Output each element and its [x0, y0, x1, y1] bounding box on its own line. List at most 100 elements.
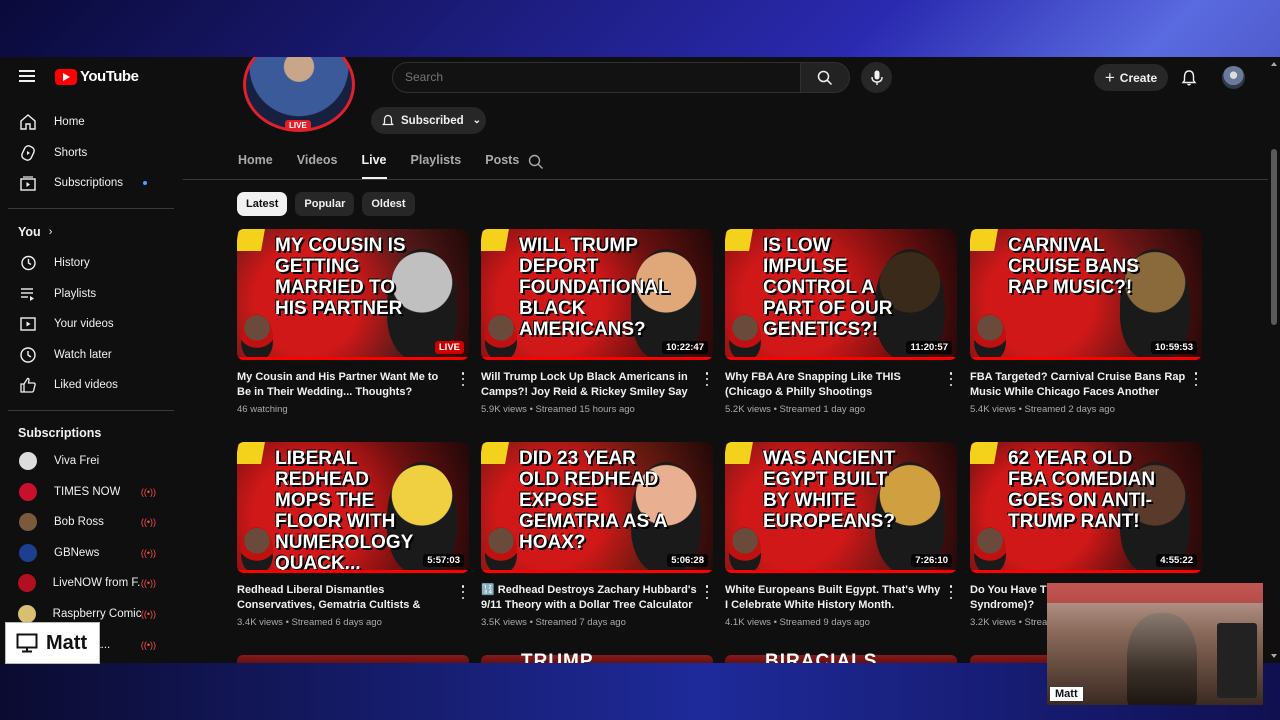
thumbnail-text: Carnival cruise bans rap music?!: [1008, 235, 1139, 298]
shorts-icon: [18, 143, 38, 163]
sidebar-subscription-item[interactable]: LiveNOW from F... ((•)): [8, 568, 174, 598]
microphone-icon: [870, 70, 883, 85]
host-avatar: [241, 314, 273, 360]
video-card[interactable]: Will Trump deport foundational black Ame…: [481, 229, 713, 415]
video-card[interactable]: Is low impulse control a part of our gen…: [725, 229, 957, 415]
tab-home[interactable]: Home: [238, 153, 273, 179]
sidebar-subscription-item[interactable]: GBNews ((•)): [8, 538, 174, 568]
divider: [8, 410, 174, 411]
thumbnail-red-bar: [481, 570, 713, 573]
video-title[interactable]: 🔢 Redhead Destroys Zachary Hubbard's 9/1…: [481, 583, 699, 613]
search-button[interactable]: [800, 62, 850, 93]
chip-oldest[interactable]: Oldest: [362, 192, 415, 216]
search-box[interactable]: [392, 62, 801, 93]
page-scrollbar[interactable]: [1268, 57, 1280, 663]
tab-playlists[interactable]: Playlists: [411, 153, 462, 179]
video-thumbnail-partial[interactable]: TRUMP: [481, 651, 713, 663]
video-meta: 3.4K views • Streamed 6 days ago: [237, 617, 382, 628]
sidebar-item-label: Shorts: [54, 147, 88, 159]
video-thumbnail[interactable]: Will Trump deport foundational black Ame…: [481, 229, 713, 360]
sidebar-item-subscriptions[interactable]: Subscriptions: [8, 168, 174, 198]
search-input[interactable]: [405, 70, 785, 84]
video-thumbnail[interactable]: My cousin is getting married to his part…: [237, 229, 469, 360]
channel-avatar-icon: [18, 451, 38, 471]
playlists-icon: [18, 284, 38, 304]
menu-icon[interactable]: [19, 70, 35, 82]
sidebar-subscription-item[interactable]: TIMES NOW ((•)): [8, 477, 174, 507]
tab-live[interactable]: Live: [361, 153, 387, 179]
thumbnail-text: TRUMP: [521, 651, 594, 663]
scrollbar-thumb[interactable]: [1271, 149, 1277, 325]
channel-search-icon[interactable]: [528, 154, 544, 170]
sidebar-item-label: Bob Ross: [54, 516, 104, 529]
more-actions-icon[interactable]: [949, 372, 953, 386]
sidebar-item-liked-videos[interactable]: Liked videos: [8, 370, 174, 400]
video-thumbnail-partial[interactable]: BIRACIALS: [725, 651, 957, 663]
monitor-icon: [16, 633, 38, 653]
account-avatar[interactable]: [1222, 66, 1245, 89]
sidebar-item-shorts[interactable]: Shorts: [8, 138, 174, 168]
divider: [8, 208, 174, 209]
video-thumbnail[interactable]: Carnival cruise bans rap music?! 10:59:53: [970, 229, 1202, 360]
create-button[interactable]: + Create: [1094, 64, 1168, 91]
sidebar-item-history[interactable]: History: [8, 248, 174, 278]
thumbnail-red-bar: [725, 570, 957, 573]
video-card[interactable]: My cousin is getting married to his part…: [237, 229, 469, 415]
live-broadcast-icon: ((•)): [140, 578, 156, 589]
scroll-up-arrow[interactable]: [1271, 62, 1277, 66]
sidebar-item-watch-later[interactable]: Watch later: [8, 340, 174, 370]
sidebar-item-label: Watch later: [54, 349, 112, 361]
video-title[interactable]: My Cousin and His Partner Want Me to Be …: [237, 370, 455, 400]
video-thumbnail[interactable]: Is low impulse control a part of our gen…: [725, 229, 957, 360]
video-thumbnail[interactable]: 62 year old FBA comedian goes on anti-Tr…: [970, 442, 1202, 573]
video-thumbnail[interactable]: Did 23 year old redhead expose gematria …: [481, 442, 713, 573]
more-actions-icon[interactable]: [1194, 372, 1198, 386]
thumbnail-red-bar: [481, 357, 713, 360]
video-card[interactable]: Liberal redhead mops the floor with nume…: [237, 442, 469, 628]
channel-live-badge: LIVE: [285, 120, 311, 131]
video-title[interactable]: White Europeans Built Egypt. That's Why …: [725, 583, 943, 613]
logo-text: YouTube: [80, 68, 139, 85]
notifications-bell-icon[interactable]: [1180, 69, 1198, 87]
thumbnail-text: BIRACIALS: [765, 651, 878, 663]
watch-later-icon: [18, 345, 38, 365]
more-actions-icon[interactable]: [705, 585, 709, 599]
presenter-badge: Matt: [5, 622, 100, 664]
create-label: Create: [1119, 70, 1158, 85]
video-meta: 46 watching: [237, 404, 288, 415]
live-broadcast-icon: ((•)): [140, 639, 156, 650]
chip-latest[interactable]: Latest: [237, 192, 288, 216]
sidebar-item-playlists[interactable]: Playlists: [8, 279, 174, 309]
more-actions-icon[interactable]: [705, 372, 709, 386]
subscribed-button[interactable]: Subscribed ⌄: [371, 107, 486, 134]
scroll-down-arrow[interactable]: [1271, 654, 1277, 658]
sidebar-subscription-item[interactable]: Viva Frei: [8, 446, 174, 476]
more-actions-icon[interactable]: [461, 372, 465, 386]
video-card[interactable]: Did 23 year old redhead expose gematria …: [481, 442, 713, 628]
tab-videos[interactable]: Videos: [297, 153, 338, 179]
more-actions-icon[interactable]: [461, 585, 465, 599]
youtube-logo[interactable]: YouTube: [55, 68, 139, 85]
video-title[interactable]: Redhead Liberal Dismantles Conservatives…: [237, 583, 455, 613]
channel-avatar-icon: [18, 482, 38, 502]
video-title[interactable]: Why FBA Are Snapping Like THIS (Chicago …: [725, 370, 943, 400]
chip-popular[interactable]: Popular: [295, 192, 355, 216]
video-thumbnail[interactable]: Was ancient Egypt built by white Europea…: [725, 442, 957, 573]
video-thumbnail-partial[interactable]: [237, 655, 469, 663]
video-card[interactable]: Carnival cruise bans rap music?! 10:59:53…: [970, 229, 1202, 415]
tab-posts[interactable]: Posts: [485, 153, 519, 179]
video-card[interactable]: Was ancient Egypt built by white Europea…: [725, 442, 957, 628]
video-thumbnail[interactable]: Liberal redhead mops the floor with nume…: [237, 442, 469, 573]
sidebar-you-header[interactable]: You ›: [8, 217, 174, 247]
sidebar-item-home[interactable]: Home: [8, 107, 174, 137]
video-title[interactable]: Will Trump Lock Up Black Americans in Ca…: [481, 370, 699, 400]
sidebar-item-label: History: [54, 257, 90, 269]
video-title[interactable]: FBA Targeted? Carnival Cruise Bans Rap M…: [970, 370, 1188, 400]
duration-badge: 5:57:03: [423, 554, 464, 567]
voice-search-button[interactable]: [861, 62, 892, 93]
webcam-label: Matt: [1050, 687, 1083, 701]
more-actions-icon[interactable]: [949, 585, 953, 599]
sidebar-item-your-videos[interactable]: Your videos: [8, 309, 174, 339]
sidebar-subscription-item[interactable]: Bob Ross ((•)): [8, 507, 174, 537]
desktop-background-top: [0, 0, 1280, 57]
